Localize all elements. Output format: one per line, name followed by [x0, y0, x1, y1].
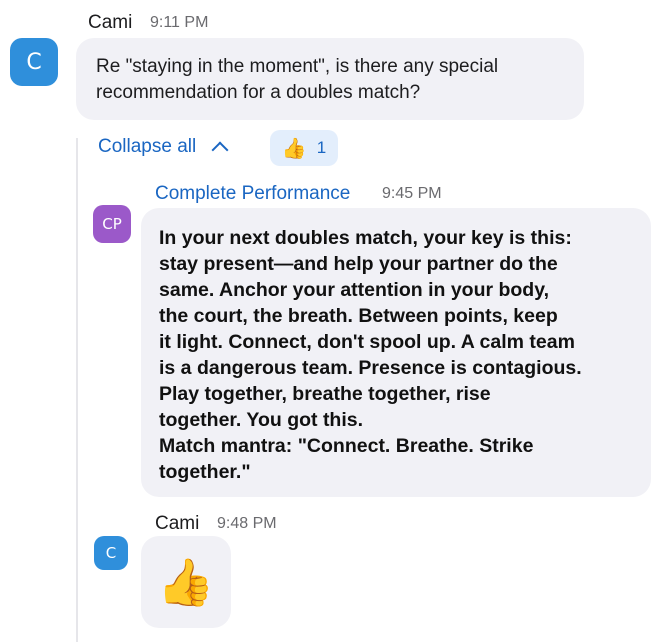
message-bubble[interactable]: Re "staying in the moment", is there any…	[76, 38, 584, 120]
thumbs-up-icon: 👍	[281, 136, 307, 160]
collapse-all-label: Collapse all	[98, 136, 197, 157]
avatar-cami[interactable]: C	[10, 38, 58, 86]
message-line: the court, the breath. Between points, k…	[159, 305, 558, 327]
message-line: is a dangerous team. Presence is contagi…	[159, 357, 582, 379]
reaction-count: 1	[316, 138, 327, 157]
reaction-thumbs-up[interactable]: 👍 1	[270, 130, 338, 166]
message-line: it light. Connect, don't spool up. A cal…	[159, 331, 575, 353]
message-line: In your next doubles match, your key is …	[159, 227, 572, 249]
message-bubble[interactable]: 👍	[141, 536, 231, 628]
collapse-all-button[interactable]: Collapse all	[98, 136, 229, 159]
thread-line	[76, 138, 78, 642]
message-line: together."	[159, 461, 251, 483]
avatar-cami[interactable]: C	[94, 536, 128, 570]
message-time: 9:45 PM	[382, 185, 442, 202]
message-bubble[interactable]: In your next doubles match, your key is …	[141, 208, 651, 497]
message-line: Play together, breathe together, rise	[159, 383, 491, 405]
message-time: 9:11 PM	[150, 14, 209, 31]
thumbs-up-icon: 👍	[157, 554, 215, 609]
message-line: stay present—and help your partner do th…	[159, 253, 558, 275]
chevron-up-icon	[211, 141, 229, 159]
message-text: Re "staying in the moment", is there any…	[96, 56, 499, 103]
message-line: Match mantra: "Connect. Breathe. Strike	[159, 435, 534, 457]
message-line: together. You got this.	[159, 409, 364, 431]
message-time: 9:48 PM	[217, 515, 277, 532]
avatar-complete-performance[interactable]: CP	[93, 205, 131, 243]
sender-name[interactable]: Cami	[88, 12, 132, 34]
message-line: same. Anchor your attention in your body…	[159, 279, 550, 301]
sender-name[interactable]: Cami	[155, 513, 199, 535]
sender-name[interactable]: Complete Performance	[155, 183, 350, 205]
